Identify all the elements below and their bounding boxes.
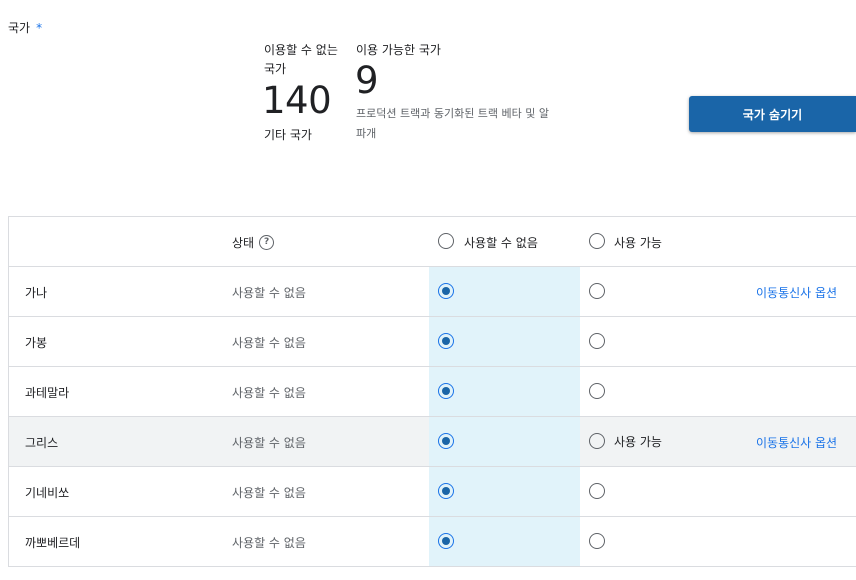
available-radio[interactable] [589, 383, 605, 399]
available-radio[interactable] [589, 333, 605, 349]
country-name: 그리스 [25, 436, 59, 450]
country-name: 까뽀베르데 [25, 536, 81, 550]
available-radio[interactable] [589, 483, 605, 499]
countries-table: 상태 ? 사용할 수 없음 사용 가능 가나 사용할 수 없음 이동통신사 옵션… [8, 216, 856, 567]
unavailable-radio[interactable] [438, 483, 454, 499]
available-radio[interactable] [589, 533, 605, 549]
available-column-header: 사용 가능 [614, 236, 662, 250]
table-row-hovered: 그리스 사용할 수 없음 사용 가능 이동통신사 옵션 [9, 417, 856, 467]
unavailable-radio[interactable] [438, 333, 454, 349]
country-name: 가나 [25, 286, 48, 300]
available-count: 9 [355, 59, 379, 102]
unavailable-radio[interactable] [438, 533, 454, 549]
carrier-options-link[interactable]: 이동통신사 옵션 [756, 434, 837, 451]
available-radio-label[interactable]: 사용 가능 [614, 433, 662, 450]
available-count-label: 이용 가능한 국가 [356, 43, 441, 57]
status-header-label: 상태 [232, 236, 255, 250]
table-row: 가봉 사용할 수 없음 [9, 317, 856, 367]
unavailable-count: 140 [262, 79, 332, 122]
available-count-sub: 프로덕션 트랙과 동기화된 트랙 베타 및 알파개 [356, 107, 550, 140]
table-row: 과테말라 사용할 수 없음 [9, 367, 856, 417]
unavailable-radio[interactable] [438, 383, 454, 399]
country-status: 사용할 수 없음 [232, 386, 306, 400]
country-name: 기네비쏘 [25, 486, 70, 500]
country-status: 사용할 수 없음 [232, 486, 306, 500]
help-icon[interactable]: ? [259, 235, 275, 250]
country-status: 사용할 수 없음 [232, 336, 306, 350]
table-row: 기네비쏘 사용할 수 없음 [9, 467, 856, 517]
country-status: 사용할 수 없음 [232, 536, 306, 550]
set-all-available-radio[interactable] [589, 233, 605, 249]
available-radio[interactable] [589, 433, 605, 449]
set-all-unavailable-radio[interactable] [438, 233, 454, 249]
unavailable-radio[interactable] [438, 283, 454, 299]
hide-countries-button[interactable]: 국가 숨기기 [689, 96, 856, 132]
country-name: 과테말라 [25, 386, 70, 400]
unavailable-radio[interactable] [438, 433, 454, 449]
table-header-row: 상태 ? 사용할 수 없음 사용 가능 [9, 217, 856, 267]
unavailable-count-label: 이용할 수 없는 국가 [264, 43, 338, 76]
status-column-header: 상태 ? [232, 234, 275, 251]
country-status: 사용할 수 없음 [232, 436, 306, 450]
table-row: 까뽀베르데 사용할 수 없음 [9, 517, 856, 567]
available-radio[interactable] [589, 283, 605, 299]
unavailable-column-header: 사용할 수 없음 [464, 236, 538, 250]
required-mark: * [36, 21, 43, 35]
countries-field-label: 국가 * [8, 21, 43, 35]
carrier-options-link[interactable]: 이동통신사 옵션 [756, 284, 837, 301]
country-status: 사용할 수 없음 [232, 286, 306, 300]
unavailable-count-sub: 기타 국가 [264, 128, 312, 142]
table-row: 가나 사용할 수 없음 이동통신사 옵션 [9, 267, 856, 317]
country-name: 가봉 [25, 336, 48, 350]
